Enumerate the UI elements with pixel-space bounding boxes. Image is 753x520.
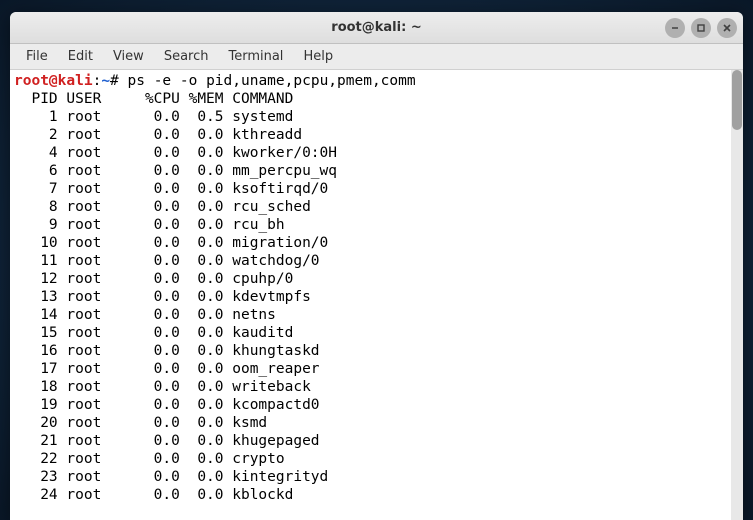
titlebar[interactable]: root@kali: ~ [10, 12, 743, 44]
minimize-button[interactable] [665, 18, 685, 38]
window-controls [665, 18, 737, 38]
prompt-colon: : [93, 73, 102, 89]
menu-file[interactable]: File [16, 46, 58, 67]
menu-edit[interactable]: Edit [58, 46, 103, 67]
close-icon [722, 23, 732, 33]
terminal-output[interactable]: root@kali:~# ps -e -o pid,uname,pcpu,pme… [10, 70, 731, 520]
maximize-button[interactable] [691, 18, 711, 38]
menubar: File Edit View Search Terminal Help [10, 44, 743, 70]
prompt-command: ps -e -o pid,uname,pcpu,pmem,comm [119, 73, 416, 89]
menu-search[interactable]: Search [154, 46, 219, 67]
prompt-hash: # [110, 73, 119, 89]
prompt-user-host: root@kali [14, 73, 93, 89]
scrollbar-thumb[interactable] [732, 70, 742, 130]
terminal-window: root@kali: ~ File Edit View Search Termi… [10, 12, 743, 520]
scrollbar[interactable] [731, 70, 743, 520]
window-title: root@kali: ~ [331, 20, 421, 35]
menu-view[interactable]: View [103, 46, 154, 67]
terminal-container: root@kali:~# ps -e -o pid,uname,pcpu,pme… [10, 70, 743, 520]
ps-rows: 1 root 0.0 0.5 systemd 2 root 0.0 0.0 kt… [14, 109, 337, 503]
menu-terminal[interactable]: Terminal [218, 46, 293, 67]
menu-help[interactable]: Help [293, 46, 343, 67]
ps-header: PID USER %CPU %MEM COMMAND [14, 90, 727, 108]
minimize-icon [670, 23, 680, 33]
maximize-icon [696, 23, 706, 33]
close-button[interactable] [717, 18, 737, 38]
prompt-path: ~ [101, 73, 110, 89]
